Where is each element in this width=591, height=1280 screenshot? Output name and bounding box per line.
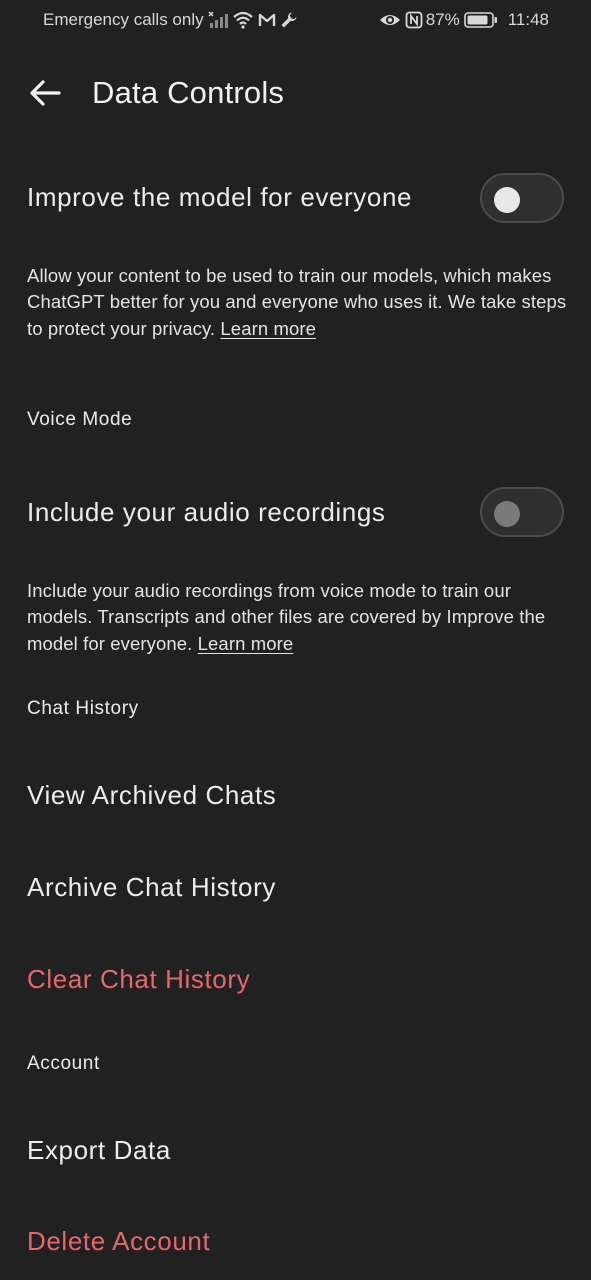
audio-recordings-row[interactable]: Include your audio recordings (0, 483, 591, 543)
view-archived-chats-row[interactable]: View Archived Chats (0, 766, 591, 826)
audio-recordings-learn-more-link[interactable]: Learn more (198, 633, 294, 654)
toggle-knob (494, 187, 520, 213)
voice-mode-section-header: Voice Mode (27, 409, 133, 430)
audio-recordings-label: Include your audio recordings (27, 497, 386, 527)
toggle-knob (494, 501, 520, 527)
export-data-row[interactable]: Export Data (0, 1121, 591, 1181)
nfc-icon (405, 11, 423, 29)
clock: 11:48 (507, 10, 549, 29)
export-data-label: Export Data (27, 1135, 171, 1165)
delete-account-label: Delete Account (27, 1226, 211, 1256)
improve-model-toggle[interactable] (480, 173, 564, 223)
gmail-icon (258, 12, 276, 28)
improve-model-label: Improve the model for everyone (27, 182, 413, 212)
no-signal-icon (208, 11, 228, 29)
wrench-icon (280, 11, 298, 29)
delete-account-row[interactable]: Delete Account (0, 1212, 591, 1272)
clear-chat-history-row[interactable]: Clear Chat History (0, 950, 591, 1010)
chat-history-section-header: Chat History (27, 698, 139, 719)
archive-chat-history-label: Archive Chat History (27, 872, 276, 902)
improve-model-learn-more-link[interactable]: Learn more (220, 318, 316, 339)
battery-percent: 87% (425, 10, 460, 29)
archive-chat-history-row[interactable]: Archive Chat History (0, 858, 591, 918)
status-left: Emergency calls only (43, 10, 298, 30)
view-archived-chats-label: View Archived Chats (27, 780, 277, 810)
account-section-header: Account (27, 1053, 100, 1074)
arrow-left-icon (30, 80, 61, 106)
carrier-text: Emergency calls only (43, 10, 204, 29)
audio-recordings-description: Include your audio recordings from voice… (27, 578, 567, 657)
audio-recordings-toggle[interactable] (480, 487, 564, 537)
wifi-icon (232, 11, 254, 29)
eye-icon (379, 12, 401, 28)
improve-model-row[interactable]: Improve the model for everyone (0, 168, 591, 228)
page-title: Data Controls (92, 75, 285, 110)
app-header: Data Controls (0, 60, 591, 124)
battery-icon (463, 11, 498, 29)
clear-chat-history-label: Clear Chat History (27, 964, 251, 994)
status-bar: Emergency calls only 87% 11:48 (0, 0, 591, 40)
back-button[interactable] (22, 74, 68, 112)
status-right: 87% 11:48 (375, 10, 549, 30)
improve-model-description: Allow your content to be used to train o… (27, 263, 567, 342)
